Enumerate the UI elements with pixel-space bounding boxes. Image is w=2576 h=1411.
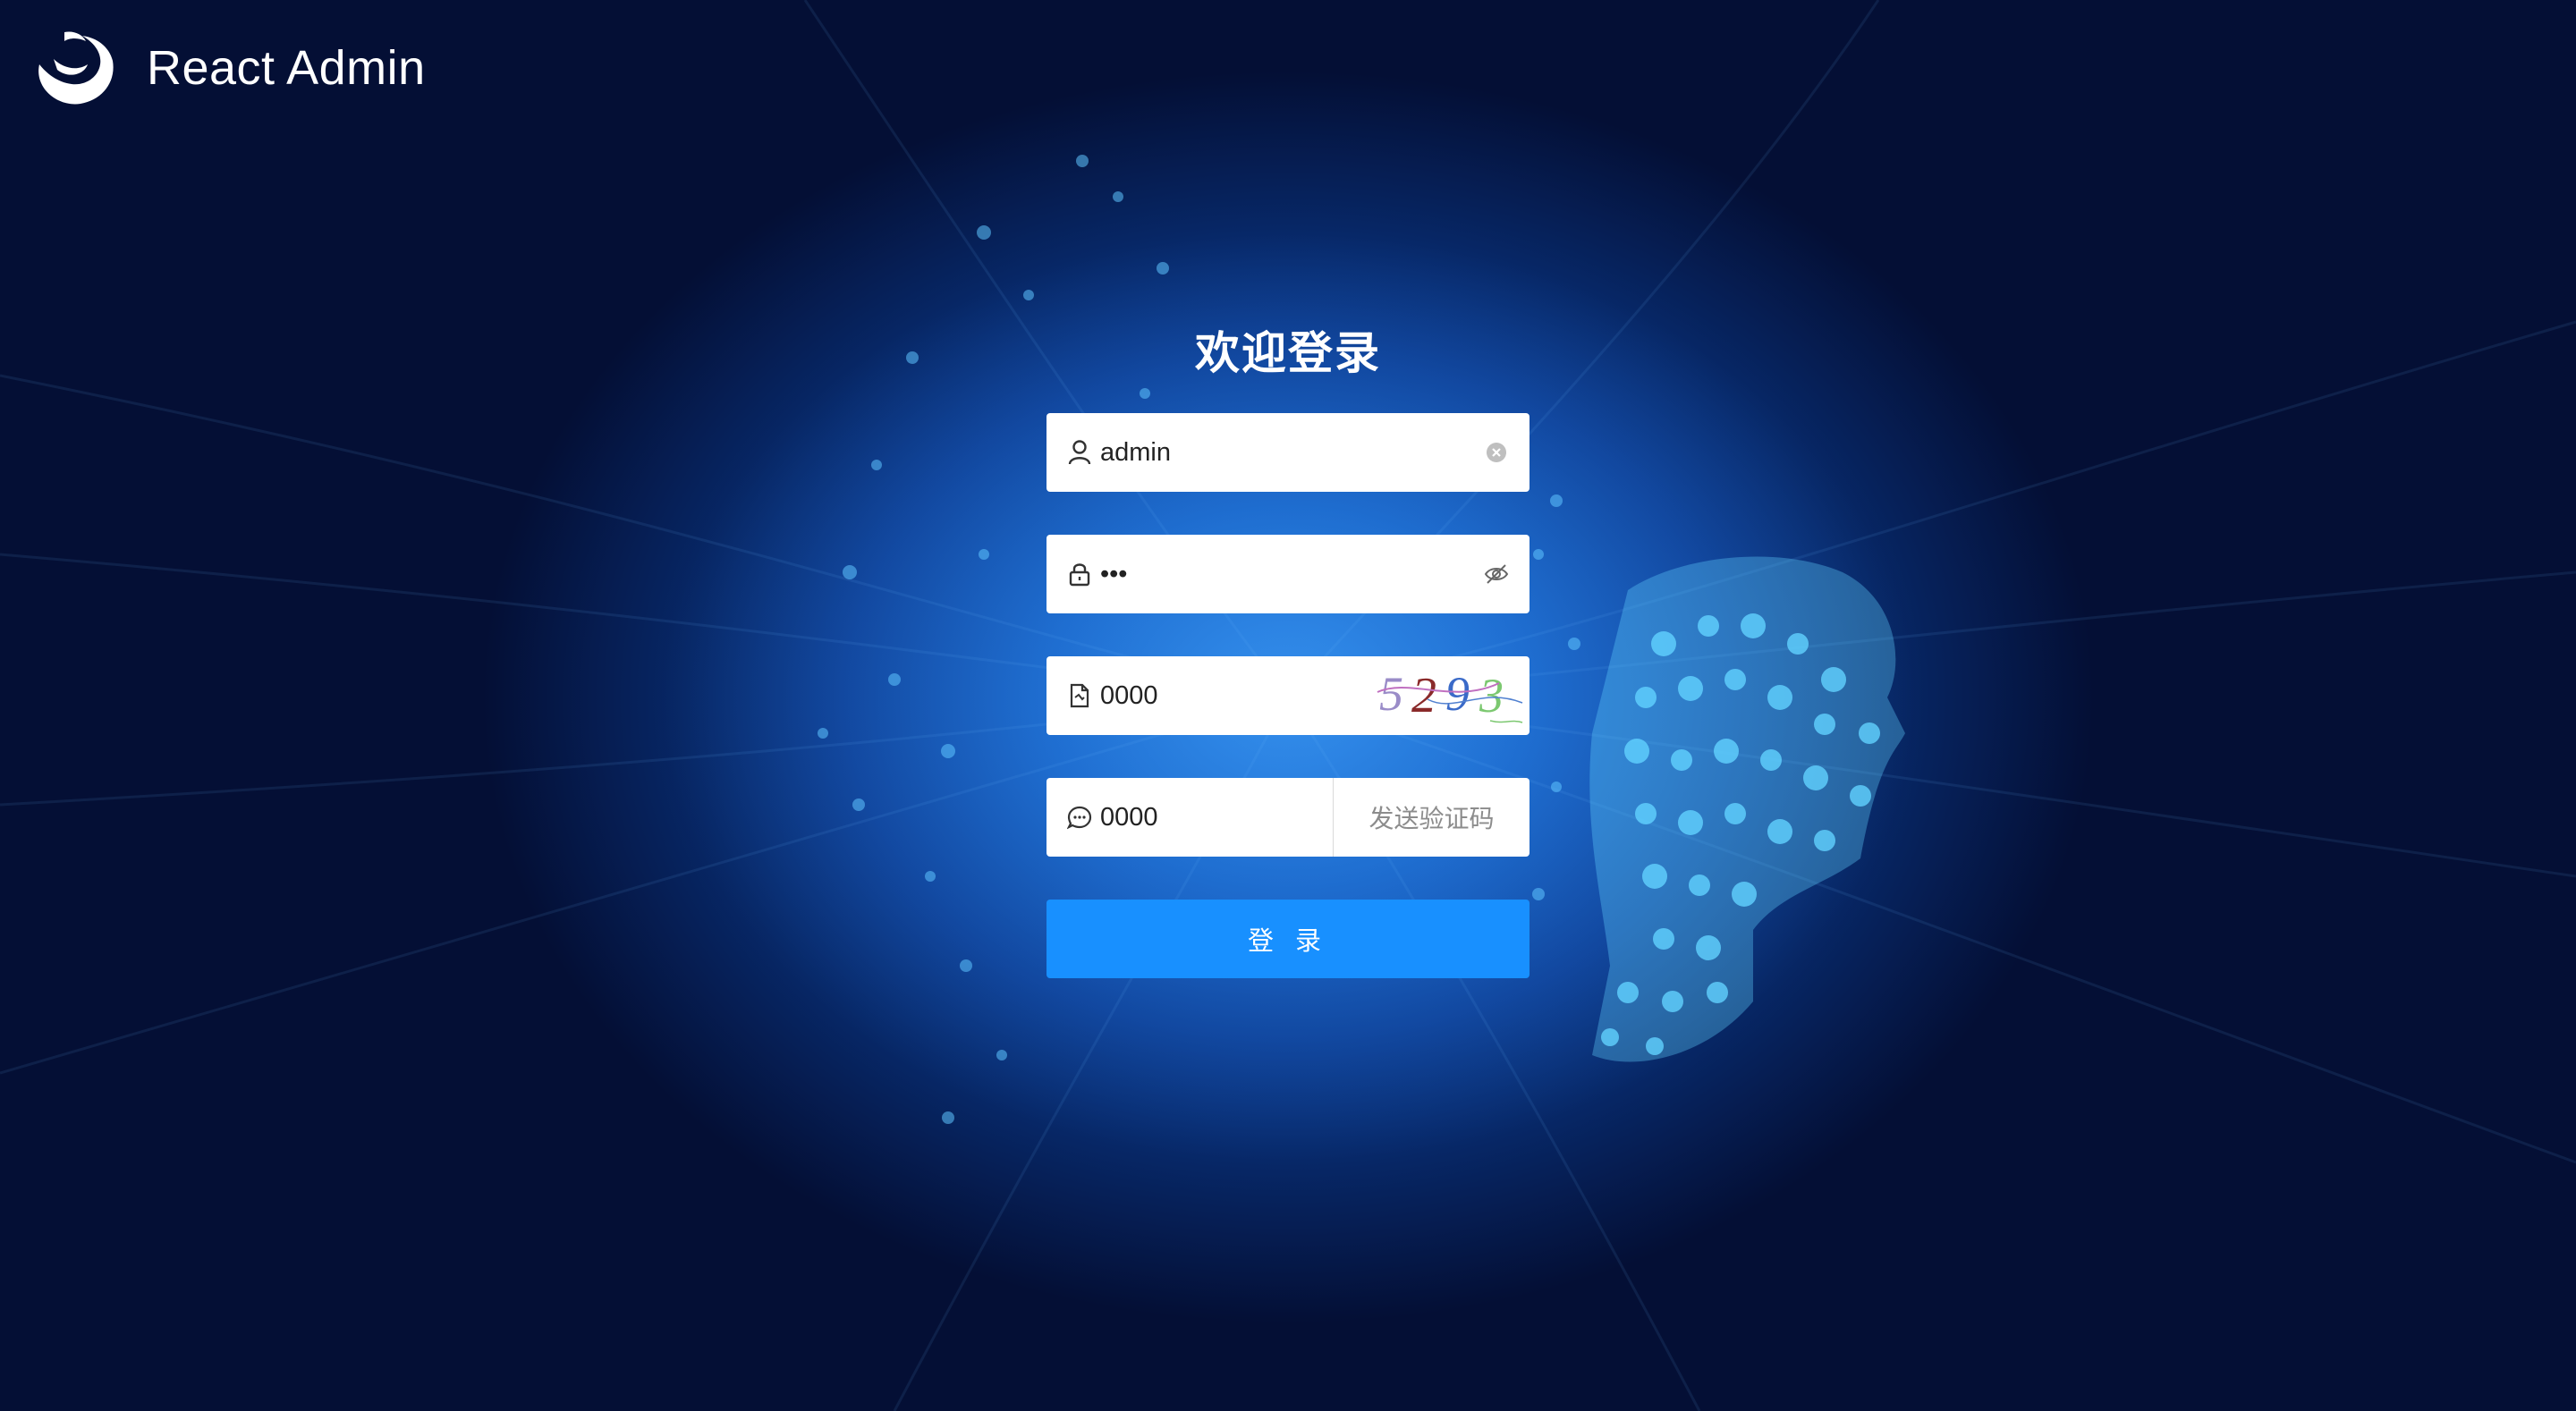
svg-text:9: 9 (1445, 667, 1470, 721)
login-button[interactable]: 登 录 (1046, 900, 1530, 978)
file-icon (1066, 682, 1093, 709)
user-icon (1066, 439, 1093, 466)
sms-code-field[interactable]: 0000 发送验证码 (1046, 778, 1530, 857)
sms-code-input[interactable]: 0000 (1100, 803, 1333, 832)
username-field[interactable]: admin (1046, 413, 1530, 492)
app-header: React Admin (27, 23, 426, 113)
password-input[interactable]: ••• (1100, 560, 1483, 589)
login-title: 欢迎登录 (1195, 328, 1381, 378)
captcha-input[interactable]: 0000 (1100, 681, 1374, 711)
svg-text:5: 5 (1379, 667, 1403, 721)
login-form: 欢迎登录 admin ••• 0000 5 2 9 3 0000 发送验证码 登… (1046, 322, 1530, 978)
username-input[interactable]: admin (1100, 438, 1483, 468)
send-code-button[interactable]: 发送验证码 (1333, 778, 1530, 857)
logo-icon (38, 31, 114, 105)
lock-icon (1066, 561, 1093, 587)
eye-invisible-icon[interactable] (1483, 561, 1510, 587)
brand-name: React Admin (147, 41, 426, 95)
svg-text:2: 2 (1411, 668, 1436, 723)
svg-text:3: 3 (1479, 669, 1504, 722)
password-field[interactable]: ••• (1046, 535, 1530, 613)
login-page: React Admin 欢迎登录 admin ••• 0000 5 2 9 3 … (0, 0, 2576, 1411)
captcha-field[interactable]: 0000 5 2 9 3 (1046, 656, 1530, 735)
clear-icon[interactable] (1483, 439, 1510, 466)
captcha-image[interactable]: 5 2 9 3 (1374, 660, 1526, 731)
message-icon (1066, 804, 1093, 831)
